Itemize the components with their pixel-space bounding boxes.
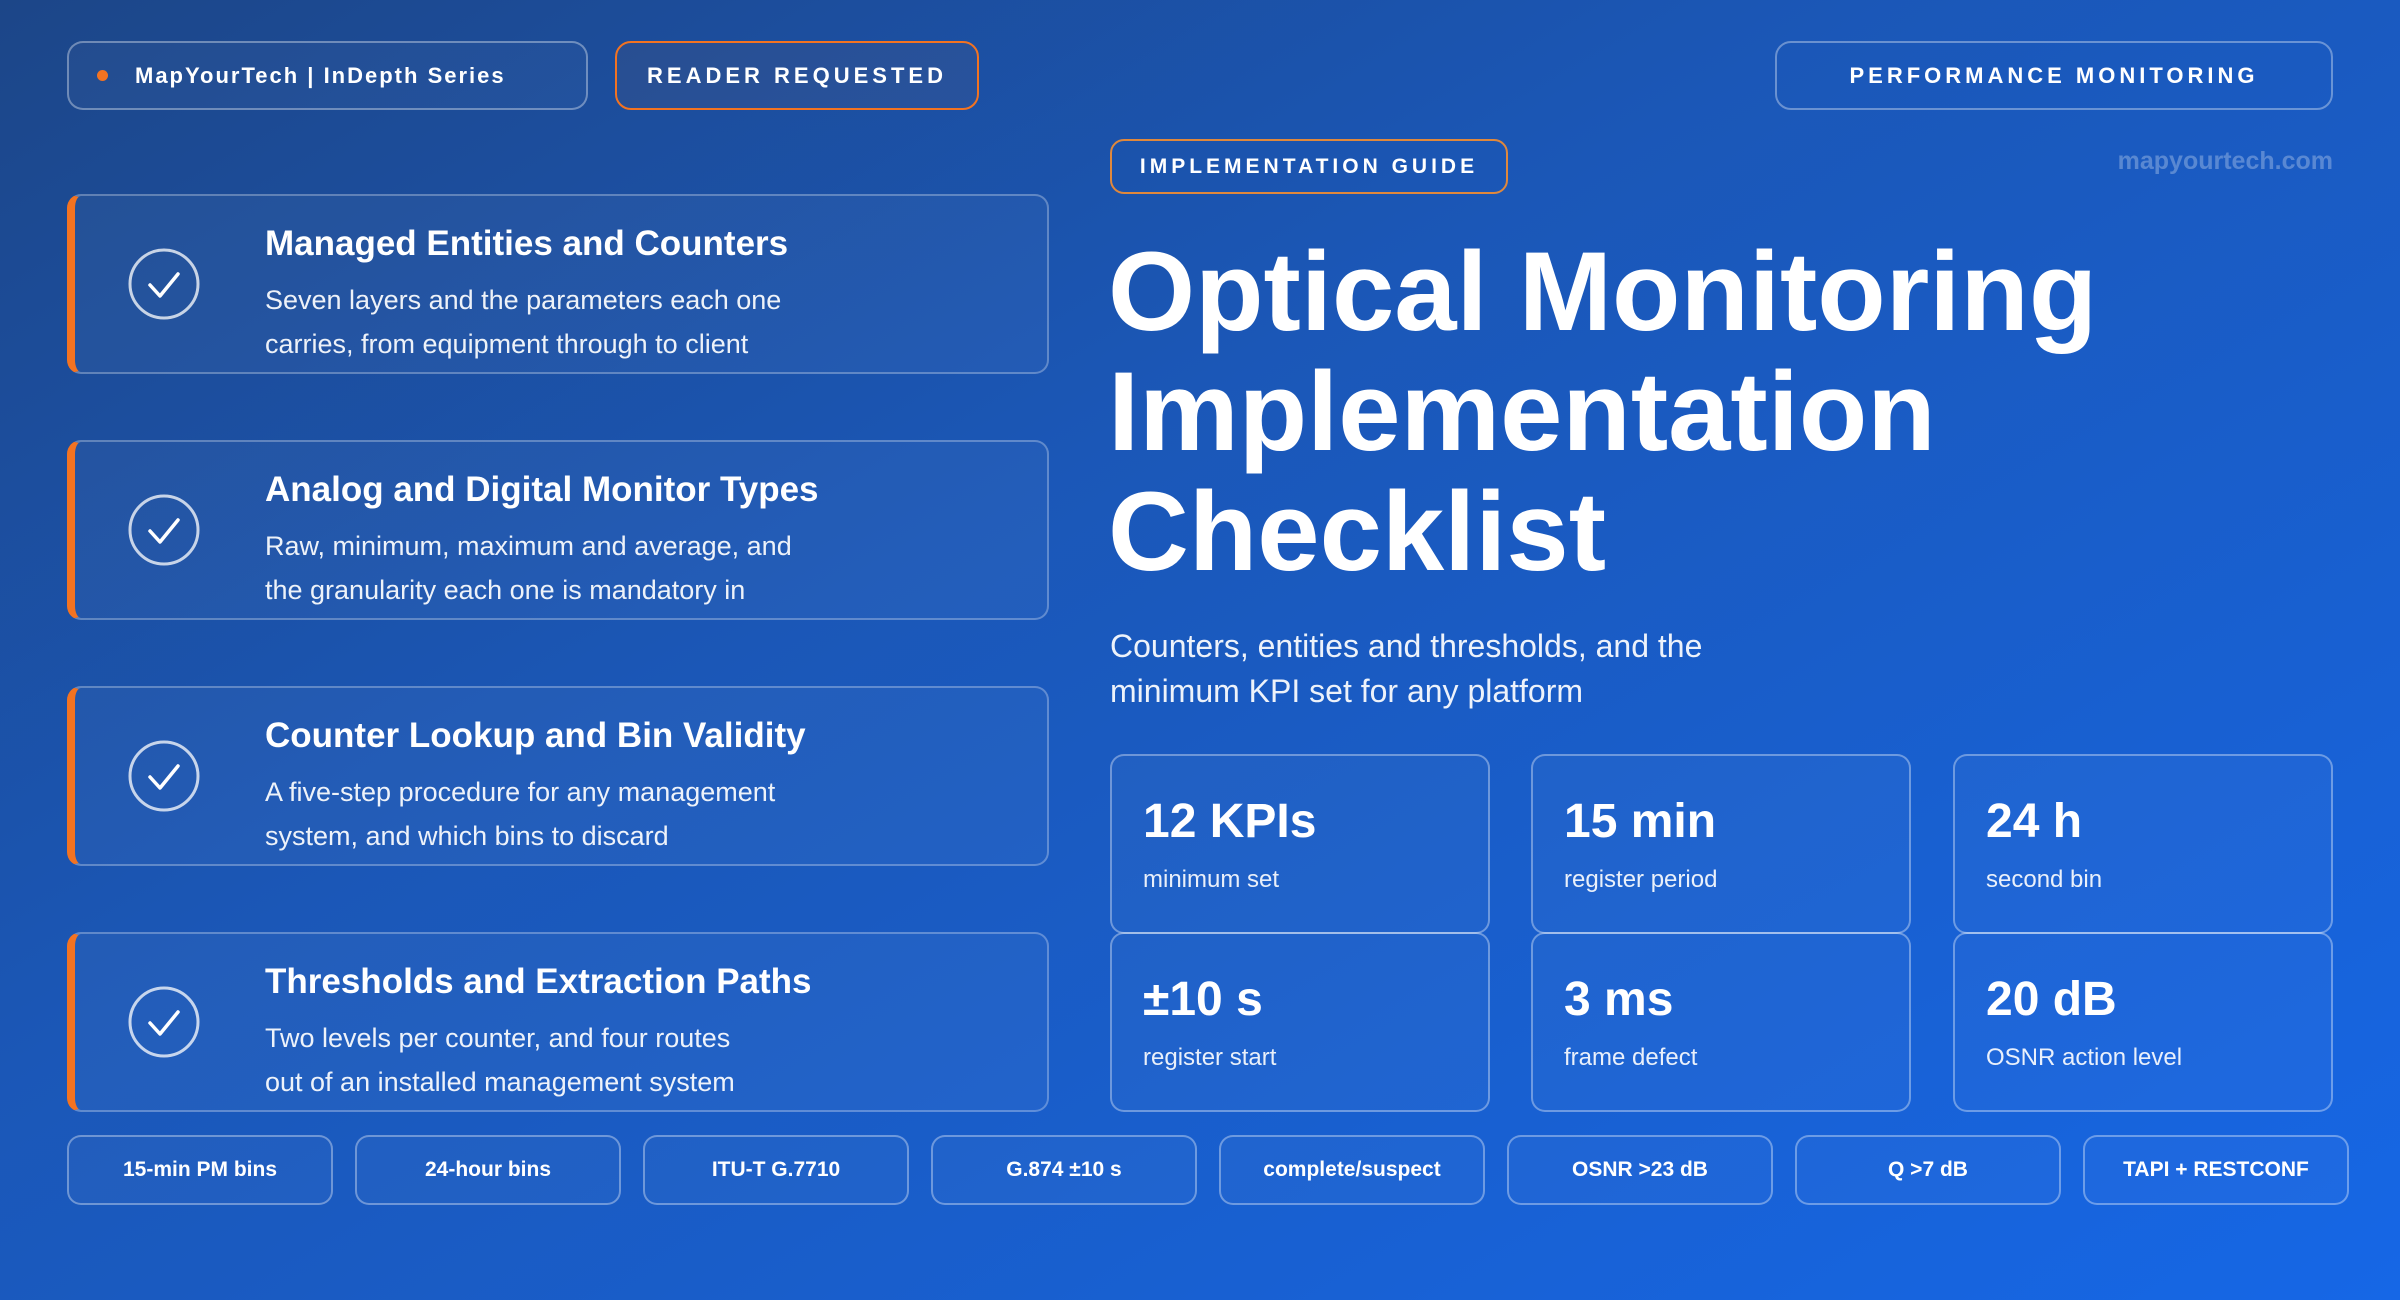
stat-label: register start [1143, 1044, 1277, 1071]
checkmark-icon [128, 248, 200, 320]
checklist-title: Thresholds and Extraction Paths [265, 962, 812, 1001]
tag-pill: TAPI + RESTCONF [2083, 1135, 2349, 1205]
tag-pill: 15-min PM bins [67, 1135, 333, 1205]
checklist-description: A five-step procedure for any management… [265, 777, 776, 851]
site-url: mapyourtech.com [2117, 147, 2333, 175]
tag-pill: 24-hour bins [355, 1135, 621, 1205]
tag-pill: Q >7 dB [1795, 1135, 2061, 1205]
stat-card: ±10 s register start [1110, 932, 1490, 1112]
stat-value: 24 h [1986, 795, 2083, 848]
stat-card: 15 min register period [1531, 754, 1911, 934]
stat-value: 12 KPIs [1143, 795, 1317, 848]
stat-value: 3 ms [1564, 973, 1674, 1026]
checklist-title: Managed Entities and Counters [265, 224, 789, 263]
brand-label: MapYourTech | InDepth Series [135, 62, 506, 88]
page-subtitle: Counters, entities and thresholds, and t… [1110, 628, 1703, 709]
stat-label: minimum set [1143, 866, 1280, 893]
checklist-item-2: Analog and Digital Monitor Types Raw, mi… [67, 440, 1049, 620]
page-title: Optical Monitoring Implementation Checkl… [1108, 229, 2098, 594]
checklist-title: Counter Lookup and Bin Validity [265, 716, 806, 755]
checklist-description: Raw, minimum, maximum and average, and t… [265, 531, 792, 605]
status-dot-icon [97, 70, 108, 81]
stat-value: 15 min [1564, 795, 1717, 848]
tag-pill: G.874 ±10 s [931, 1135, 1197, 1205]
stat-label: register period [1564, 866, 1718, 893]
stat-card: 24 h second bin [1953, 754, 2333, 934]
checkmark-icon [128, 986, 200, 1058]
guide-label: IMPLEMENTATION GUIDE [1139, 154, 1479, 178]
checklist-description: Two levels per counter, and four routes … [265, 1023, 735, 1097]
brand-badge: MapYourTech | InDepth Series [67, 41, 588, 110]
checklist-item-3: Counter Lookup and Bin Validity A five-s… [67, 686, 1049, 866]
stat-label: frame defect [1564, 1044, 1698, 1071]
reader-requested-label: READER REQUESTED [647, 62, 947, 88]
stat-label: OSNR action level [1986, 1044, 2183, 1071]
category-label: PERFORMANCE MONITORING [1849, 62, 2259, 88]
checkmark-icon [128, 740, 200, 812]
tag-pill: OSNR >23 dB [1507, 1135, 1773, 1205]
stat-label: second bin [1986, 866, 2103, 893]
tag-pill: complete/suspect [1219, 1135, 1485, 1205]
tag-pill: ITU-T G.7710 [643, 1135, 909, 1205]
stat-card: 3 ms frame defect [1531, 932, 1911, 1112]
guide-badge: IMPLEMENTATION GUIDE [1110, 139, 1508, 194]
stat-card: 12 KPIs minimum set [1110, 754, 1490, 934]
checklist-title: Analog and Digital Monitor Types [265, 470, 819, 509]
checkmark-icon [128, 494, 200, 566]
checklist-description: Seven layers and the parameters each one… [265, 285, 782, 359]
reader-requested-badge: READER REQUESTED [615, 41, 979, 110]
stat-card: 20 dB OSNR action level [1953, 932, 2333, 1112]
checklist-item-1: Managed Entities and Counters Seven laye… [67, 194, 1049, 374]
category-badge: PERFORMANCE MONITORING [1775, 41, 2333, 110]
checklist-item-4: Thresholds and Extraction Paths Two leve… [67, 932, 1049, 1112]
stat-value: 20 dB [1986, 973, 2117, 1026]
stat-value: ±10 s [1143, 973, 1263, 1026]
